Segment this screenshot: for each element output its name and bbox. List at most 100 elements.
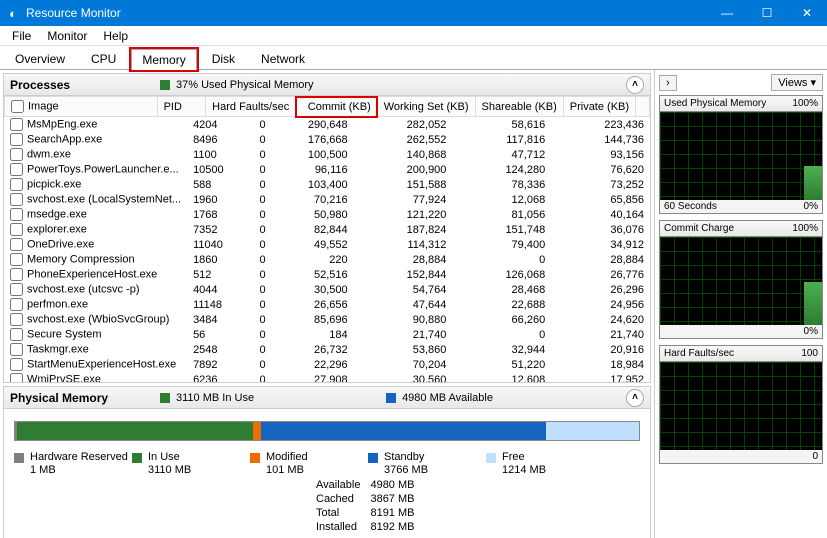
row-checkbox[interactable] — [10, 298, 23, 311]
table-row[interactable]: WmiPrvSE.exe6236027,90830,56012,60817,95… — [4, 372, 650, 382]
graph-min: 0% — [804, 201, 818, 212]
row-checkbox[interactable] — [10, 193, 23, 206]
graph-current-bar — [804, 282, 822, 325]
side-panel: › Views ▾ Used Physical Memory100%60 Sec… — [654, 70, 827, 538]
col-hardfaults[interactable]: Hard Faults/sec — [206, 97, 296, 117]
graph-canvas — [660, 362, 822, 450]
processes-title: Processes — [10, 78, 160, 92]
table-row[interactable]: Taskmgr.exe2548026,73253,86032,94420,916 — [4, 342, 650, 357]
tab-network[interactable]: Network — [250, 48, 316, 69]
menu-monitor[interactable]: Monitor — [39, 27, 95, 45]
row-checkbox[interactable] — [10, 133, 23, 146]
physical-memory-header[interactable]: Physical Memory 3110 MB In Use 4980 MB A… — [4, 387, 650, 409]
menu-help[interactable]: Help — [95, 27, 136, 45]
graph-hard-faults-sec: Hard Faults/sec 100 0 — [659, 345, 823, 464]
processes-header[interactable]: Processes 37% Used Physical Memory ˄ — [4, 74, 650, 96]
col-working[interactable]: Working Set (KB) — [377, 97, 475, 117]
tab-disk[interactable]: Disk — [201, 48, 246, 69]
swatch-free — [486, 453, 496, 463]
available-led-icon — [386, 393, 396, 403]
col-shareable[interactable]: Shareable (KB) — [475, 97, 563, 117]
in-use-led-icon — [160, 393, 170, 403]
row-checkbox[interactable] — [10, 148, 23, 161]
swatch-inuse — [132, 453, 142, 463]
memory-legend: Hardware Reserved1 MB In Use3110 MB Modi… — [14, 451, 604, 477]
row-checkbox[interactable] — [10, 178, 23, 191]
memory-led-icon — [160, 80, 170, 90]
row-checkbox[interactable] — [10, 223, 23, 236]
menubar: File Monitor Help — [0, 26, 827, 46]
table-row[interactable]: PhoneExperienceHost.exe512052,516152,844… — [4, 267, 650, 282]
graph-min: 0 — [812, 451, 818, 462]
row-checkbox[interactable] — [10, 313, 23, 326]
available-text: 4980 MB Available — [402, 392, 493, 404]
processes-column-headers: Image PID Hard Faults/sec Commit (KB) Wo… — [4, 96, 650, 117]
membar-modified — [253, 422, 261, 440]
swatch-standby — [368, 453, 378, 463]
collapse-icon[interactable]: ˄ — [626, 76, 644, 94]
row-checkbox[interactable] — [10, 253, 23, 266]
processes-table-scroll[interactable]: MsMpEng.exe42040290,648282,05258,616223,… — [4, 117, 650, 382]
table-row[interactable]: perfmon.exe11148026,65647,64422,68824,95… — [4, 297, 650, 312]
tabbar: Overview CPU Memory Disk Network — [0, 46, 827, 70]
side-collapse-button[interactable]: › — [659, 75, 677, 91]
row-checkbox[interactable] — [10, 163, 23, 176]
processes-table: MsMpEng.exe42040290,648282,05258,616223,… — [4, 117, 650, 382]
row-checkbox[interactable] — [10, 373, 23, 382]
processes-status: 37% Used Physical Memory — [176, 79, 314, 91]
row-checkbox[interactable] — [10, 238, 23, 251]
memory-bar — [14, 421, 640, 441]
table-row[interactable]: svchost.exe (utcsvc -p)4044030,50054,764… — [4, 282, 650, 297]
graph-title: Commit Charge — [664, 223, 734, 234]
table-row[interactable]: msedge.exe1768050,980121,22081,05640,164 — [4, 207, 650, 222]
row-checkbox[interactable] — [10, 283, 23, 296]
swatch-modified — [250, 453, 260, 463]
row-checkbox[interactable] — [10, 208, 23, 221]
in-use-text: 3110 MB In Use — [176, 392, 254, 404]
memory-summary: Available4980 MB Cached3867 MB Total8191… — [314, 477, 424, 535]
col-pid[interactable]: PID — [157, 97, 206, 117]
table-row[interactable]: svchost.exe (WbioSvcGroup)3484085,69690,… — [4, 312, 650, 327]
col-image[interactable]: Image — [5, 97, 158, 117]
processes-panel: Processes 37% Used Physical Memory ˄ Ima… — [3, 73, 651, 383]
col-commit[interactable]: Commit (KB) — [296, 97, 378, 117]
row-checkbox[interactable] — [10, 268, 23, 281]
views-button[interactable]: Views ▾ — [771, 74, 823, 91]
table-row[interactable]: Memory Compression1860022028,884028,884 — [4, 252, 650, 267]
table-row[interactable]: StartMenuExperienceHost.exe7892022,29670… — [4, 357, 650, 372]
swatch-hw — [14, 453, 24, 463]
table-row[interactable]: dwm.exe11000100,500140,86847,71293,156 — [4, 147, 650, 162]
graph-title: Hard Faults/sec — [664, 348, 734, 359]
graph-max: 100% — [792, 98, 818, 109]
minimize-button[interactable]: — — [707, 0, 747, 26]
graph-canvas — [660, 112, 822, 200]
menu-file[interactable]: File — [4, 27, 39, 45]
table-row[interactable]: SearchApp.exe84960176,668262,552117,8161… — [4, 132, 650, 147]
row-checkbox[interactable] — [10, 328, 23, 341]
tab-overview[interactable]: Overview — [4, 48, 76, 69]
table-row[interactable]: picpick.exe5880103,400151,58878,33673,25… — [4, 177, 650, 192]
tab-memory[interactable]: Memory — [131, 49, 196, 70]
table-row[interactable]: PowerToys.PowerLauncher.e...10500096,116… — [4, 162, 650, 177]
membar-free — [546, 422, 639, 440]
table-row[interactable]: MsMpEng.exe42040290,648282,05258,616223,… — [4, 117, 650, 132]
membar-inuse — [17, 422, 253, 440]
row-checkbox[interactable] — [10, 118, 23, 131]
graph-current-bar — [804, 166, 822, 200]
table-row[interactable]: OneDrive.exe11040049,552114,31279,40034,… — [4, 237, 650, 252]
col-scroll-spacer — [636, 97, 650, 117]
select-all-checkbox[interactable] — [11, 100, 24, 113]
col-private[interactable]: Private (KB) — [563, 97, 635, 117]
row-checkbox[interactable] — [10, 358, 23, 371]
table-row[interactable]: Secure System56018421,740021,740 — [4, 327, 650, 342]
row-checkbox[interactable] — [10, 343, 23, 356]
maximize-button[interactable]: ☐ — [747, 0, 787, 26]
physical-memory-title: Physical Memory — [10, 391, 160, 405]
table-row[interactable]: svchost.exe (LocalSystemNet...1960070,21… — [4, 192, 650, 207]
physical-memory-panel: Physical Memory 3110 MB In Use 4980 MB A… — [3, 386, 651, 538]
collapse-icon[interactable]: ˄ — [626, 389, 644, 407]
graph-max: 100 — [801, 348, 818, 359]
tab-cpu[interactable]: CPU — [80, 48, 127, 69]
table-row[interactable]: explorer.exe7352082,844187,824151,74836,… — [4, 222, 650, 237]
close-button[interactable]: ✕ — [787, 0, 827, 26]
